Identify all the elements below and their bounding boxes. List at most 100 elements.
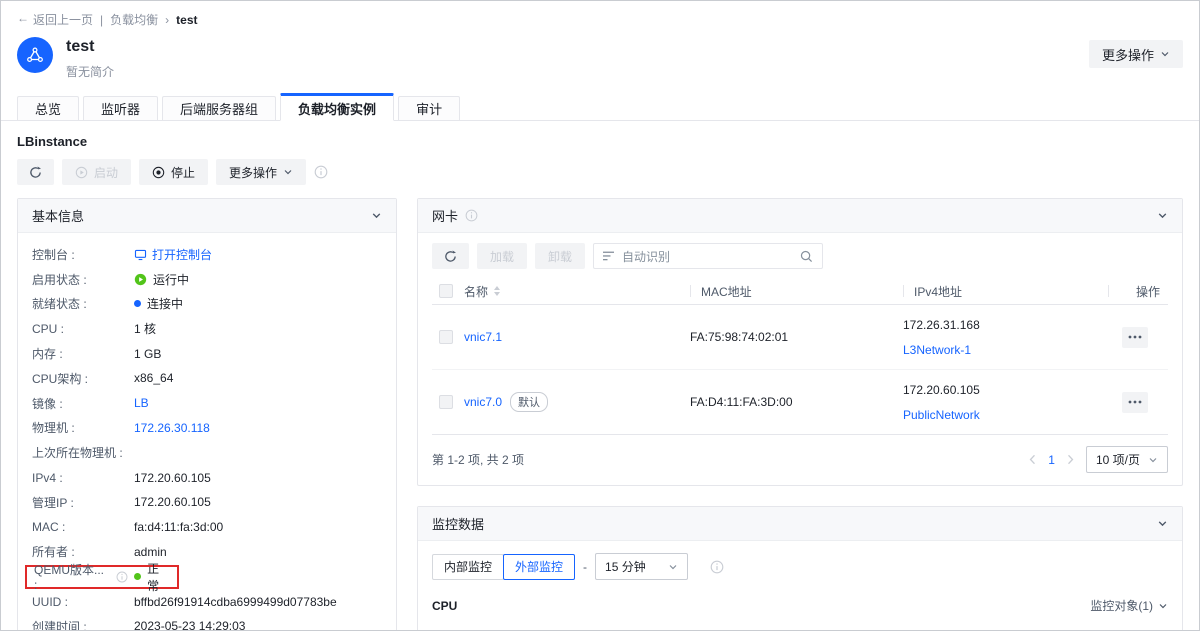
search-filter-label: 自动识别 [622, 248, 670, 265]
nic-ip-value: 172.26.31.168 [903, 318, 980, 332]
info-label: 内存 [32, 347, 63, 361]
search-icon[interactable] [800, 250, 813, 263]
nic-toolbar: 加载 卸载 自动识别 [418, 233, 1182, 278]
info-row-memory: 内存 1 GB [32, 341, 382, 366]
stop-circle-icon [152, 166, 165, 179]
monitor-target-dropdown[interactable]: 监控对象(1) [1090, 597, 1168, 614]
chart-area: 150% [418, 614, 1182, 631]
tab-listener[interactable]: 监听器 [83, 96, 158, 121]
info-label: 启用状态 [32, 273, 87, 287]
attach-nic-button[interactable]: 加载 [477, 243, 527, 269]
table-row: vnic7.0 默认 FA:D4:11:FA:3D:00 172.20.60.1… [432, 370, 1168, 435]
info-label: 物理机 [32, 421, 75, 435]
info-value: bffbd26f91914cdba6999499d07783be [134, 595, 337, 609]
running-status-icon [134, 273, 147, 286]
info-label: CPU架构 [32, 372, 88, 386]
internal-monitor-button[interactable]: 内部监控 [432, 554, 504, 580]
image-link[interactable]: LB [134, 396, 149, 410]
network-link[interactable]: PublicNetwork [903, 408, 980, 422]
page-header: test 暂无简介 更多操作 [1, 28, 1199, 80]
info-label: 就绪状态 [32, 297, 87, 311]
prev-page-icon[interactable] [1028, 454, 1037, 465]
page-size-select[interactable]: 10 项/页 [1086, 446, 1168, 473]
collapse-chevron-icon[interactable] [371, 210, 382, 221]
start-button-label: 启动 [94, 164, 118, 181]
breadcrumb-chevron: › [165, 13, 169, 27]
info-icon[interactable] [116, 571, 128, 583]
info-icon[interactable] [465, 209, 478, 222]
tab-lb-instance[interactable]: 负载均衡实例 [280, 93, 394, 121]
column-divider [690, 285, 691, 297]
filter-lines-icon [603, 251, 615, 261]
stop-button[interactable]: 停止 [139, 159, 208, 185]
info-icon[interactable] [314, 165, 328, 179]
detach-nic-button[interactable]: 卸载 [535, 243, 585, 269]
status-badge: 连接中 [147, 295, 183, 312]
collapse-chevron-icon[interactable] [1157, 210, 1168, 221]
info-icon[interactable] [710, 560, 724, 574]
period-select[interactable]: 15 分钟 [595, 553, 688, 580]
pagination-summary: 第 1-2 项, 共 2 项 [432, 451, 524, 468]
tab-backend-group-label: 后端服务器组 [180, 99, 258, 118]
row-checkbox[interactable] [439, 395, 453, 409]
host-link[interactable]: 172.26.30.118 [134, 421, 210, 435]
row-checkbox[interactable] [439, 330, 453, 344]
qemu-highlight-box: QEMU版本... 正常 [25, 565, 179, 589]
nic-name-link[interactable]: vnic7.1 [464, 330, 502, 344]
start-button[interactable]: 启动 [62, 159, 131, 185]
page-title: test [66, 38, 114, 56]
info-row-cpu-arch: CPU架构 x86_64 [32, 366, 382, 391]
chart-header: CPU 监控对象(1) [418, 580, 1182, 614]
tab-audit-label: 审计 [416, 99, 442, 118]
console-icon [134, 248, 147, 261]
page-number[interactable]: 1 [1048, 453, 1055, 467]
status-badge: 正常 [147, 560, 170, 594]
row-actions-button[interactable] [1122, 392, 1148, 413]
info-value: 1 核 [134, 320, 156, 337]
tab-overview[interactable]: 总览 [17, 96, 79, 121]
tabbar: 总览 监听器 后端服务器组 负载均衡实例 审计 [1, 93, 1199, 121]
section-title: LBinstance [17, 134, 1183, 149]
nic-mac-value: FA:D4:11:FA:3D:00 [690, 395, 903, 409]
back-link-label: 返回上一页 [33, 11, 93, 28]
column-header-actions: 操作 [1136, 283, 1168, 300]
info-label: 管理IP [32, 496, 74, 510]
refresh-button[interactable] [432, 243, 469, 269]
tab-audit[interactable]: 审计 [398, 96, 460, 121]
chart-title: CPU [432, 599, 457, 613]
search-input[interactable]: 自动识别 [593, 243, 823, 269]
external-monitor-button[interactable]: 外部监控 [503, 554, 575, 580]
collapse-chevron-icon[interactable] [1157, 518, 1168, 529]
sort-icon[interactable] [493, 285, 501, 297]
breadcrumb-section[interactable]: 负载均衡 [110, 11, 158, 28]
stop-button-label: 停止 [171, 164, 195, 181]
tab-listener-label: 监听器 [101, 99, 140, 118]
next-page-icon[interactable] [1066, 454, 1075, 465]
select-all-checkbox[interactable] [439, 284, 453, 298]
column-header-ipv4: IPv4地址 [914, 283, 962, 300]
info-row-enable-state: 启用状态 运行中 [32, 267, 382, 292]
row-actions-button[interactable] [1122, 327, 1148, 348]
refresh-button[interactable] [17, 159, 54, 185]
open-console-link[interactable]: 打开控制台 [134, 246, 212, 263]
chevron-down-icon [668, 562, 678, 572]
network-link[interactable]: L3Network-1 [903, 343, 980, 357]
page-subtitle: 暂无简介 [66, 63, 114, 80]
nic-name-link[interactable]: vnic7.0 [464, 395, 502, 409]
info-value: x86_64 [134, 371, 173, 385]
tab-backend-group[interactable]: 后端服务器组 [162, 96, 276, 121]
tab-overview-label: 总览 [35, 99, 61, 118]
chevron-down-icon [1160, 49, 1170, 59]
info-label: 控制台 [32, 248, 75, 262]
header-more-actions-button[interactable]: 更多操作 [1089, 40, 1183, 68]
info-value: 172.20.60.105 [134, 471, 211, 485]
ellipsis-icon [1128, 335, 1142, 339]
info-row-image: 镜像 LB [32, 391, 382, 416]
instance-more-actions-label: 更多操作 [229, 164, 277, 181]
instance-more-actions-button[interactable]: 更多操作 [216, 159, 306, 185]
lb-detail-page: ← 返回上一页 | 负载均衡 › test test 暂无简介 更多操作 总览 … [0, 0, 1200, 631]
refresh-icon [444, 250, 457, 263]
table-row: vnic7.1 FA:75:98:74:02:01 172.26.31.168 … [432, 305, 1168, 370]
column-header-name: 名称 [464, 283, 488, 300]
back-link[interactable]: ← 返回上一页 [17, 11, 93, 28]
